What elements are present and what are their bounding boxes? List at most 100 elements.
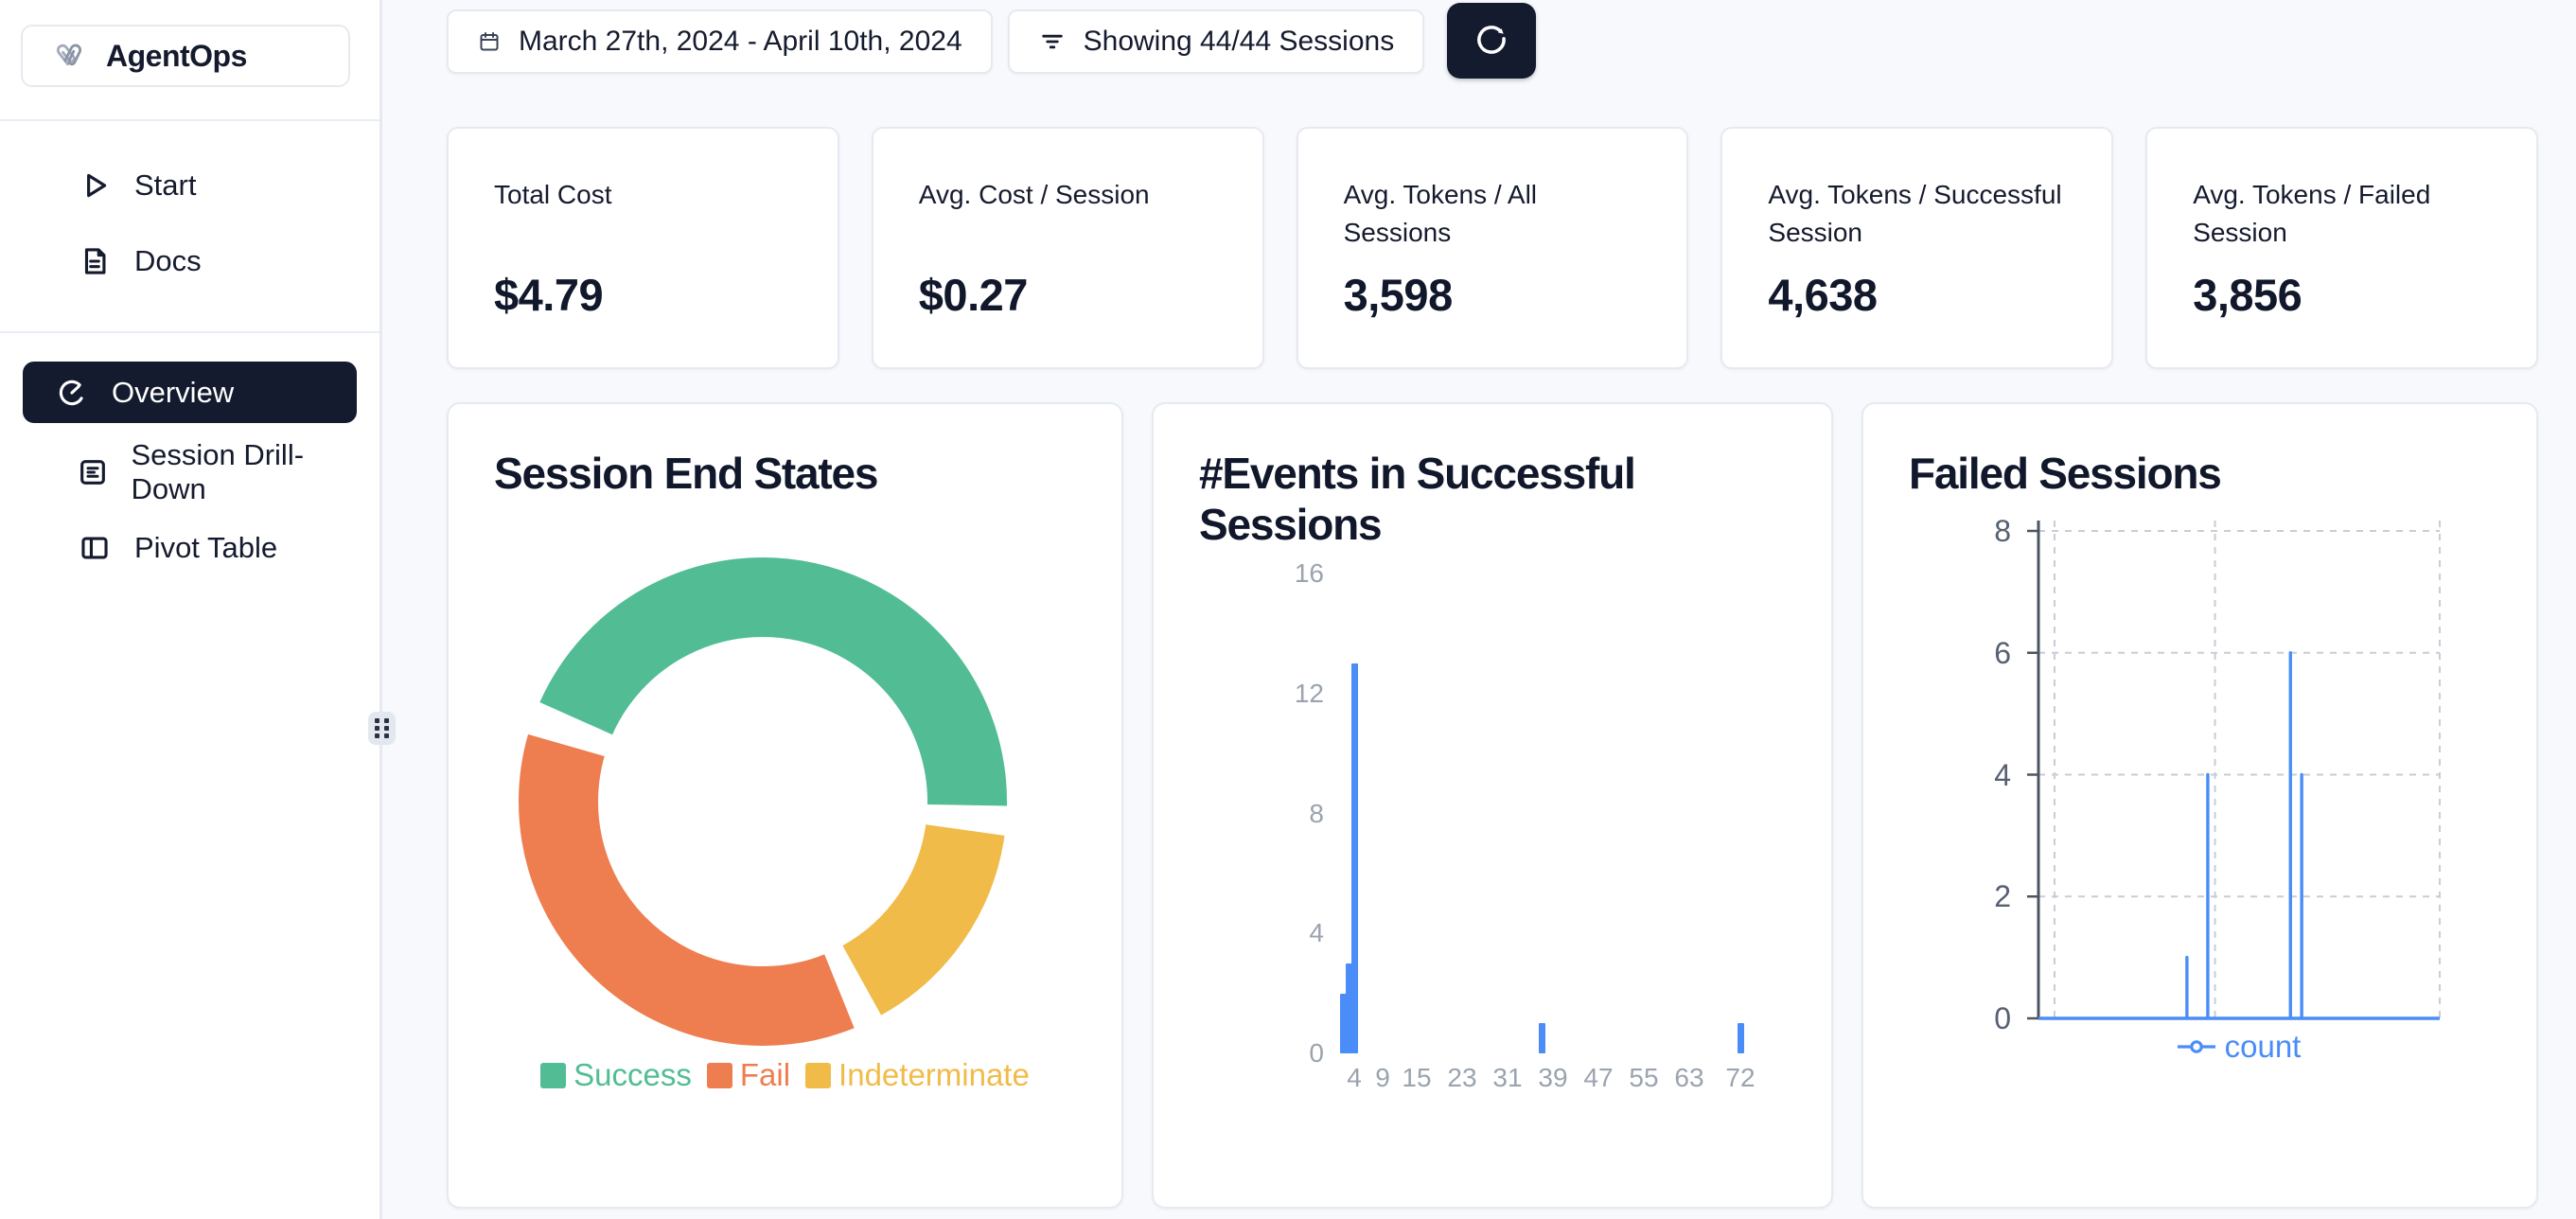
- y-tick-label: 6: [1907, 636, 2011, 670]
- x-tick-label: 39: [1538, 1062, 1567, 1094]
- date-range-label: March 27th, 2024 - April 10th, 2024: [519, 26, 962, 58]
- stat-card-avg-cost: Avg. Cost / Session $0.27: [872, 127, 1264, 369]
- list-box-icon: [76, 453, 110, 491]
- sidebar-item-label: Pivot Table: [134, 531, 277, 565]
- document-icon: [76, 242, 114, 280]
- event-count-bar[interactable]: [1738, 1023, 1744, 1053]
- main-content: March 27th, 2024 - April 10th, 2024 Show…: [385, 0, 2576, 1219]
- legend-item-fail: Fail: [707, 1057, 790, 1093]
- x-tick-label: 63: [1674, 1062, 1703, 1094]
- events-y-axis-labels: 1612840: [1229, 574, 1324, 1053]
- chart-title: Failed Sessions: [1909, 448, 2221, 499]
- x-tick-label: 72: [1725, 1062, 1755, 1094]
- legend-item-success: Success: [540, 1057, 692, 1093]
- donut-segment-fail[interactable]: [558, 745, 839, 1006]
- events-bar-plot[interactable]: [1332, 574, 1763, 1053]
- sidebar-item-pivot-table[interactable]: Pivot Table: [23, 521, 357, 574]
- sidebar-divider-bottom: [0, 331, 379, 333]
- sidebar-divider-top: [0, 119, 379, 121]
- filter-icon: [1038, 27, 1067, 56]
- legend-label: Fail: [740, 1057, 790, 1093]
- x-tick-label: 4: [1347, 1062, 1362, 1094]
- legend-swatch: [540, 1063, 566, 1088]
- sidebar-resize-handle[interactable]: [368, 712, 396, 745]
- x-tick-label: 15: [1402, 1062, 1431, 1094]
- stat-label: Avg. Cost / Session: [919, 176, 1219, 254]
- y-tick-label: 0: [1229, 1037, 1324, 1069]
- x-tick-label: 9: [1375, 1062, 1390, 1094]
- sessions-filter-button[interactable]: Showing 44/44 Sessions: [1008, 9, 1425, 74]
- count-series-line[interactable]: [2038, 653, 2440, 1018]
- sidebar-item-label: Start: [134, 168, 196, 203]
- legend-item-indeterminate: Indeterminate: [805, 1057, 1030, 1093]
- sidebar-item-overview[interactable]: Overview: [23, 362, 357, 423]
- stat-card-total-cost: Total Cost $4.79: [447, 127, 839, 369]
- events-histogram-card: #Events in Successful Sessions 1612840 4…: [1152, 402, 1833, 1209]
- stat-cards-row: Total Cost $4.79 Avg. Cost / Session $0.…: [447, 127, 2538, 369]
- paperclip-logo-icon: [51, 37, 89, 75]
- stat-value: $4.79: [494, 269, 794, 321]
- event-count-bar[interactable]: [1539, 1023, 1545, 1053]
- legend-label: Success: [573, 1057, 692, 1093]
- stat-label: Avg. Tokens / Failed Session: [2193, 176, 2493, 254]
- stat-value: 3,598: [1344, 269, 1644, 321]
- failed-y-axis-labels: 86420: [1920, 521, 2024, 1018]
- columns-icon: [76, 529, 114, 567]
- sidebar-item-label: Session Drill-Down: [131, 438, 357, 506]
- y-tick-label: 16: [1229, 557, 1324, 590]
- failed-sessions-plot[interactable]: [2024, 521, 2443, 1022]
- date-range-button[interactable]: March 27th, 2024 - April 10th, 2024: [447, 9, 993, 74]
- donut-legend: Success Fail Indeterminate: [449, 1057, 1121, 1093]
- legend-label: Indeterminate: [838, 1057, 1030, 1093]
- x-tick-label: 31: [1492, 1062, 1522, 1094]
- legend-swatch: [707, 1063, 732, 1088]
- session-end-states-card: Session End States Success Fail Indetermin…: [447, 402, 1123, 1209]
- sidebar-item-label: Overview: [112, 376, 234, 410]
- chart-title: #Events in Successful Sessions: [1199, 448, 1748, 550]
- x-tick-label: 47: [1583, 1062, 1613, 1094]
- stat-card-avg-tokens-all: Avg. Tokens / All Sessions 3,598: [1297, 127, 1689, 369]
- logo-text: AgentOps: [106, 39, 247, 74]
- sidebar: AgentOps Start Docs: [0, 0, 382, 1219]
- stat-card-avg-tokens-successful: Avg. Tokens / Successful Session 4,638: [1720, 127, 2113, 369]
- sidebar-item-session-drill-down[interactable]: Session Drill-Down: [23, 446, 357, 499]
- charts-row: Session End States Success Fail Indetermin…: [447, 402, 2538, 1209]
- donut-segment-success[interactable]: [576, 597, 967, 805]
- agentops-logo[interactable]: AgentOps: [21, 25, 350, 87]
- toolbar: March 27th, 2024 - April 10th, 2024 Show…: [447, 9, 2538, 89]
- y-tick-label: 8: [1229, 798, 1324, 830]
- donut-segment-indeterminate[interactable]: [862, 830, 965, 980]
- sidebar-item-start[interactable]: Start: [23, 159, 357, 212]
- y-tick-label: 4: [1907, 758, 2011, 792]
- y-tick-label: 12: [1229, 678, 1324, 710]
- stat-card-avg-tokens-failed: Avg. Tokens / Failed Session 3,856: [2145, 127, 2538, 369]
- refresh-button[interactable]: [1447, 3, 1536, 79]
- stat-value: $0.27: [919, 269, 1219, 321]
- y-tick-label: 4: [1229, 917, 1324, 949]
- legend-swatch: [805, 1063, 831, 1088]
- play-icon: [76, 167, 114, 204]
- refresh-icon: [1472, 20, 1511, 62]
- session-end-states-donut[interactable]: [498, 537, 1028, 1067]
- stat-value: 3,856: [2193, 269, 2493, 321]
- count-legend-label: count: [2225, 1029, 2302, 1065]
- events-x-axis-labels: 49 15 23 31 39 47 55 63 72: [1332, 1062, 1763, 1094]
- stat-label: Avg. Tokens / Successful Session: [1768, 176, 2068, 254]
- chart-title: Session End States: [494, 448, 877, 499]
- sidebar-item-label: Docs: [134, 244, 202, 278]
- y-tick-label: 2: [1907, 879, 2011, 913]
- sessions-filter-label: Showing 44/44 Sessions: [1084, 26, 1395, 58]
- gauge-icon: [53, 374, 91, 412]
- y-tick-label: 0: [1907, 1001, 2011, 1035]
- stat-value: 4,638: [1768, 269, 2068, 321]
- stat-label: Total Cost: [494, 176, 794, 254]
- x-tick-label: 55: [1629, 1062, 1658, 1094]
- sidebar-item-docs[interactable]: Docs: [23, 235, 357, 288]
- y-tick-label: 8: [1907, 514, 2011, 548]
- count-legend-marker: [2178, 1039, 2215, 1054]
- x-tick-label: 23: [1447, 1062, 1476, 1094]
- failed-sessions-card: Failed Sessions 86420 count: [1861, 402, 2538, 1209]
- count-legend[interactable]: count: [2036, 1029, 2443, 1065]
- event-count-bar[interactable]: [1351, 663, 1358, 1053]
- calendar-icon: [477, 29, 502, 54]
